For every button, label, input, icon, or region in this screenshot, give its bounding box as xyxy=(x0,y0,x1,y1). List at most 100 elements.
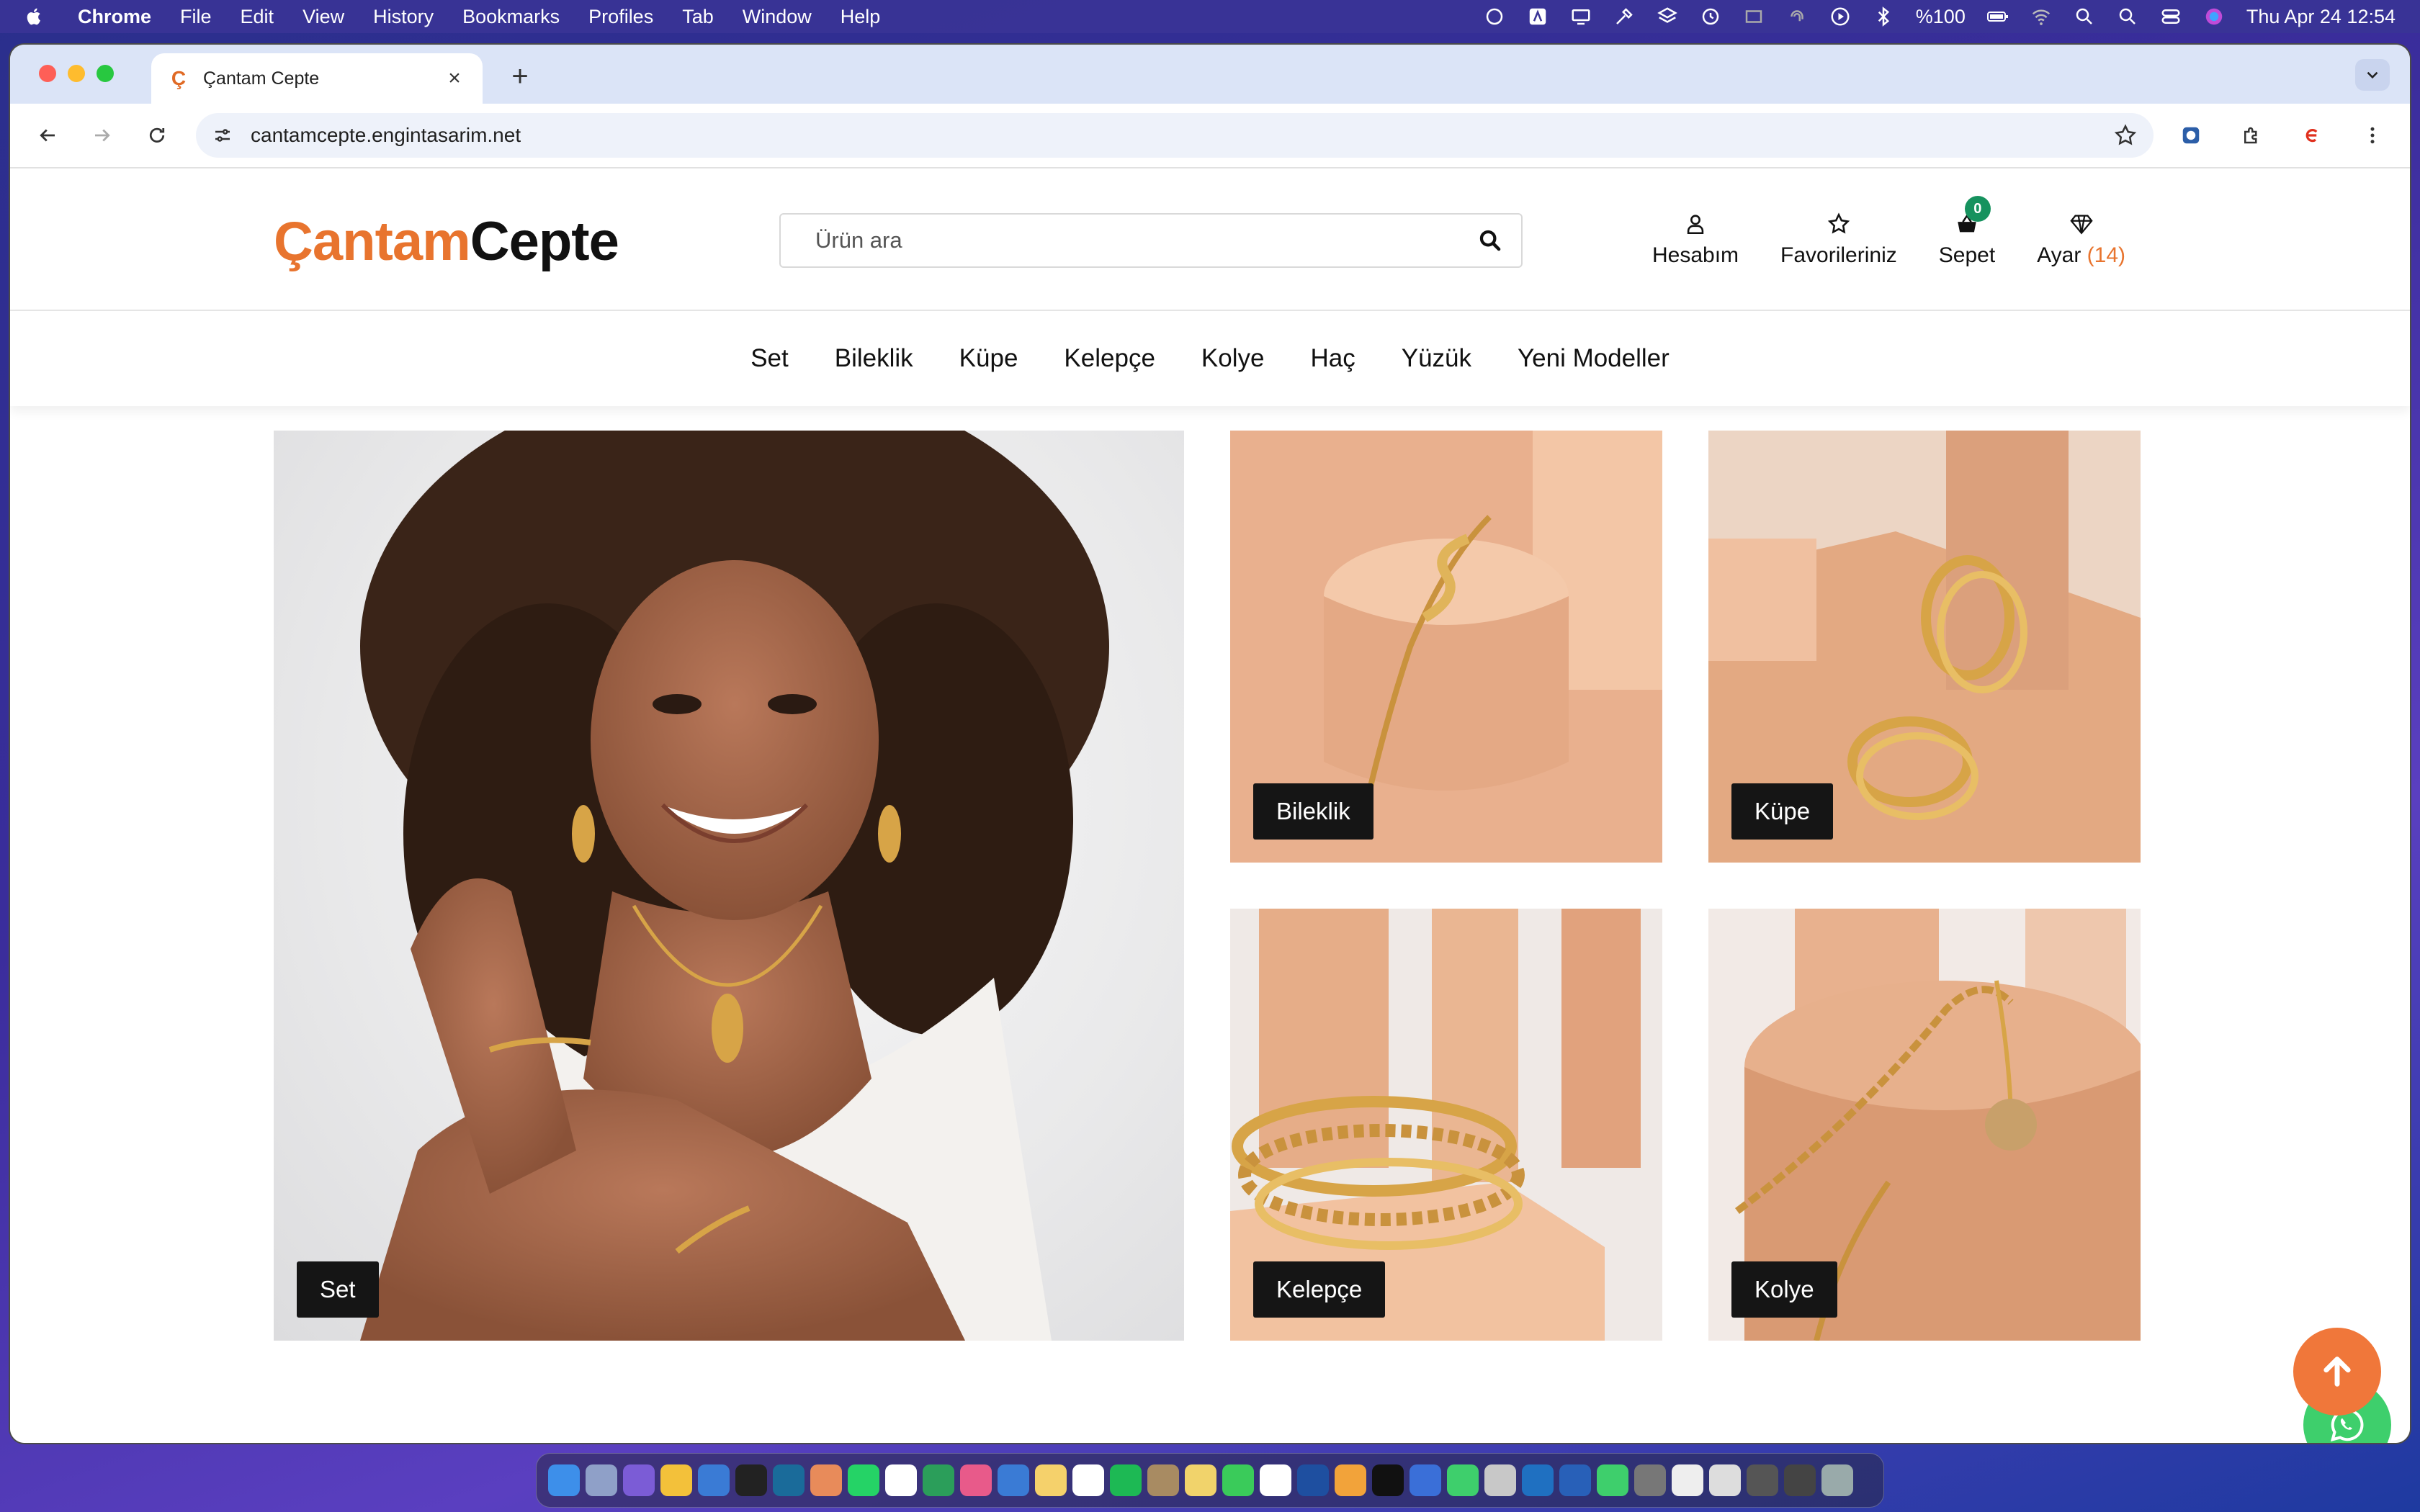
finder-icon[interactable] xyxy=(548,1464,580,1496)
preview-icon[interactable] xyxy=(1672,1464,1703,1496)
screen-mirror-icon[interactable] xyxy=(1743,6,1765,27)
category-tile-set[interactable]: Set xyxy=(274,431,1184,1341)
profile-icon[interactable] xyxy=(2296,120,2328,151)
menubar-clock[interactable]: Thu Apr 24 12:54 xyxy=(2246,6,2396,28)
back-button[interactable] xyxy=(32,120,63,151)
archive-icon[interactable] xyxy=(1147,1464,1179,1496)
search-icon[interactable] xyxy=(1478,228,1502,253)
minimize-window-button[interactable] xyxy=(68,65,85,82)
notes-icon[interactable] xyxy=(1035,1464,1067,1496)
new-tab-button[interactable]: + xyxy=(506,60,534,93)
cart-link[interactable]: 0 Sepet xyxy=(1939,196,1995,268)
claude-icon[interactable] xyxy=(810,1464,842,1496)
nav-item-set[interactable]: Set xyxy=(750,344,789,373)
screenshot-app-icon[interactable] xyxy=(623,1464,655,1496)
mail-icon[interactable] xyxy=(698,1464,730,1496)
time-machine-icon[interactable] xyxy=(1700,6,1721,27)
product-search[interactable]: Ürün ara xyxy=(779,213,1523,268)
bluetooth-icon[interactable] xyxy=(1873,6,1894,27)
search-input[interactable]: Ürün ara xyxy=(815,228,902,253)
category-tile-kupe[interactable]: Küpe xyxy=(1708,431,2141,863)
close-tab-icon[interactable]: × xyxy=(444,66,465,91)
whatsapp-dock-icon[interactable] xyxy=(848,1464,879,1496)
category-tile-bileklik[interactable]: Bileklik xyxy=(1230,431,1662,863)
nav-item-kupe[interactable]: Küpe xyxy=(959,344,1018,373)
nav-item-bileklik[interactable]: Bileklik xyxy=(835,344,913,373)
spotify-icon[interactable] xyxy=(1110,1464,1142,1496)
site-settings-icon[interactable] xyxy=(212,125,233,146)
tile-label-set[interactable]: Set xyxy=(297,1261,379,1318)
maps-icon[interactable] xyxy=(998,1464,1029,1496)
system-settings-icon[interactable] xyxy=(1634,1464,1666,1496)
url-text[interactable]: cantamcepte.engintasarim.net xyxy=(251,124,521,147)
numbers-icon[interactable] xyxy=(1447,1464,1479,1496)
close-window-button[interactable] xyxy=(39,65,56,82)
launchpad-icon[interactable] xyxy=(586,1464,617,1496)
tab-active[interactable]: Ç Çantam Cepte × xyxy=(151,53,483,104)
search-icon[interactable] xyxy=(2117,6,2138,27)
wifi-icon[interactable] xyxy=(2030,6,2052,27)
more-menu-icon[interactable] xyxy=(2357,120,2388,151)
slack-icon[interactable] xyxy=(885,1464,917,1496)
extension-icon[interactable] xyxy=(2175,120,2207,151)
scroll-to-top-button[interactable] xyxy=(2293,1328,2381,1416)
menu-file[interactable]: File xyxy=(180,6,212,28)
spotlight-search-icon[interactable] xyxy=(2074,6,2095,27)
menu-window[interactable]: Window xyxy=(743,6,812,28)
menu-bookmarks[interactable]: Bookmarks xyxy=(462,6,560,28)
menu-history[interactable]: History xyxy=(373,6,434,28)
nav-item-yeni-modeller[interactable]: Yeni Modeller xyxy=(1518,344,1670,373)
tile-label-bileklik[interactable]: Bileklik xyxy=(1253,783,1373,840)
screen-recorder-icon[interactable] xyxy=(1747,1464,1778,1496)
zoom-window-button[interactable] xyxy=(97,65,114,82)
dev-app-icon[interactable] xyxy=(773,1464,805,1496)
chatgpt-icon[interactable] xyxy=(1484,6,1505,27)
todo-app-icon[interactable] xyxy=(960,1464,992,1496)
stickies-icon[interactable] xyxy=(1185,1464,1216,1496)
siri-icon[interactable] xyxy=(2203,6,2225,27)
control-center-icon[interactable] xyxy=(2160,6,2182,27)
menu-tab[interactable]: Tab xyxy=(682,6,714,28)
forward-button[interactable] xyxy=(86,120,118,151)
vpn-icon[interactable] xyxy=(1559,1464,1591,1496)
text-app-icon[interactable] xyxy=(1527,6,1549,27)
browser-icon[interactable] xyxy=(1410,1464,1441,1496)
display-icon[interactable] xyxy=(1570,6,1592,27)
menu-app-name[interactable]: Chrome xyxy=(78,6,151,28)
site-logo[interactable]: ÇantamCepte xyxy=(274,210,619,273)
nav-item-kolye[interactable]: Kolye xyxy=(1201,344,1265,373)
fingerprint-icon[interactable] xyxy=(1786,6,1808,27)
category-tile-kolye[interactable]: Kolye xyxy=(1708,909,2141,1341)
nav-item-kelepce[interactable]: Kelepçe xyxy=(1064,344,1155,373)
extensions-puzzle-icon[interactable] xyxy=(2236,120,2267,151)
tile-label-kelepce[interactable]: Kelepçe xyxy=(1253,1261,1386,1318)
chatgpt-dock-icon[interactable] xyxy=(735,1464,767,1496)
menu-profiles[interactable]: Profiles xyxy=(588,6,653,28)
play-icon[interactable] xyxy=(1829,6,1851,27)
menu-help[interactable]: Help xyxy=(841,6,881,28)
reload-button[interactable] xyxy=(141,120,173,151)
chrome-icon[interactable] xyxy=(660,1464,692,1496)
downloads-icon[interactable] xyxy=(1784,1464,1816,1496)
upwork-icon[interactable] xyxy=(923,1464,954,1496)
nav-item-hac[interactable]: Haç xyxy=(1310,344,1355,373)
account-link[interactable]: Hesabım xyxy=(1652,212,1739,268)
textedit-icon[interactable] xyxy=(1484,1464,1516,1496)
carat-link[interactable]: Ayar (14) xyxy=(2037,212,2125,268)
bookmark-star-icon[interactable] xyxy=(2113,123,2138,148)
battery-icon[interactable] xyxy=(1986,6,2009,27)
favorites-link[interactable]: Favorileriniz xyxy=(1780,212,1897,268)
document-icon[interactable] xyxy=(1709,1464,1741,1496)
facetime-icon[interactable] xyxy=(1597,1464,1628,1496)
cursor-icon[interactable] xyxy=(1372,1464,1404,1496)
tab-search-button[interactable] xyxy=(2355,59,2390,91)
sublime-icon[interactable] xyxy=(1335,1464,1366,1496)
tile-label-kolye[interactable]: Kolye xyxy=(1731,1261,1837,1318)
tools-icon[interactable] xyxy=(1613,6,1635,27)
trash-icon[interactable] xyxy=(1821,1464,1853,1496)
menu-view[interactable]: View xyxy=(302,6,344,28)
apple-icon[interactable] xyxy=(24,5,45,28)
photos-icon[interactable] xyxy=(1072,1464,1104,1496)
trello-icon[interactable] xyxy=(1522,1464,1554,1496)
layers-icon[interactable] xyxy=(1657,6,1678,27)
